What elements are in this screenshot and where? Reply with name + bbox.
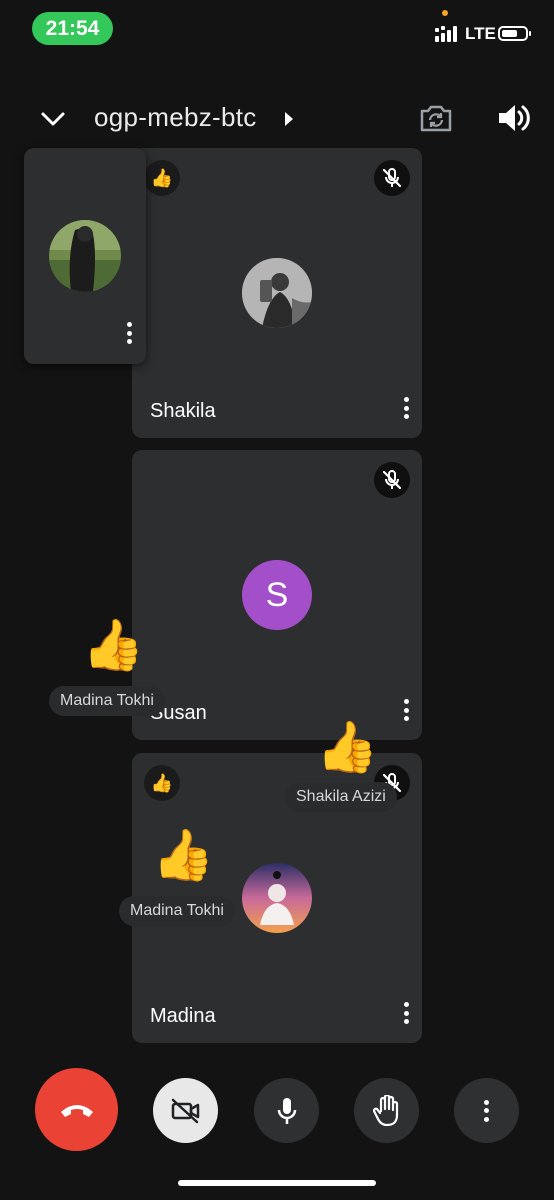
signal-strength-icon [435, 26, 457, 42]
end-call-icon [60, 1104, 93, 1117]
microphone-button[interactable] [254, 1078, 319, 1143]
meeting-code[interactable]: ogp-mebz-btc [94, 102, 257, 133]
participant-tile-shakila[interactable]: 👍 Shakila [132, 148, 422, 438]
camera-off-icon [171, 1098, 199, 1123]
reaction-badge: 👍 [144, 160, 180, 196]
raise-hand-icon [372, 1094, 398, 1126]
participant-avatar [242, 863, 312, 933]
participant-avatar-letter: S [242, 560, 312, 630]
raise-hand-button[interactable] [354, 1078, 419, 1143]
battery-icon [498, 26, 531, 41]
status-time: 21:54 [32, 12, 113, 45]
participant-name: Madina [150, 1005, 216, 1027]
participant-avatar [242, 258, 312, 328]
mic-icon [277, 1097, 296, 1124]
avatar-letter: S [265, 575, 289, 614]
network-type: LTE [465, 24, 496, 43]
more-vert-icon [477, 1096, 497, 1126]
more-vert-icon[interactable] [119, 318, 139, 348]
reaction-badge: 👍 [144, 765, 180, 801]
floating-reaction-emoji: 👍 [82, 617, 145, 673]
home-indicator[interactable] [178, 1180, 376, 1186]
self-view-tile[interactable] [24, 148, 146, 364]
speaker-icon[interactable] [496, 100, 530, 136]
more-vert-icon[interactable] [396, 393, 416, 423]
participant-name: Shakila [150, 400, 216, 422]
mic-off-icon [374, 160, 410, 196]
more-vert-icon[interactable] [396, 998, 416, 1028]
reaction-sender-label: Madina Tokhi [49, 686, 165, 716]
floating-reaction-emoji: 👍 [152, 827, 215, 883]
self-avatar [49, 220, 121, 292]
camera-toggle-button[interactable] [153, 1078, 218, 1143]
participant-tile-susan[interactable]: S Susan [132, 450, 422, 740]
chevron-down-icon[interactable] [38, 104, 68, 134]
end-call-button[interactable] [35, 1068, 118, 1151]
reaction-sender-label: Shakila Azizi [285, 782, 397, 812]
more-options-button[interactable] [454, 1078, 519, 1143]
floating-reaction-emoji: 👍 [316, 719, 379, 775]
privacy-indicator-dot [442, 10, 448, 16]
reaction-sender-label: Madina Tokhi [119, 896, 235, 926]
chevron-right-icon[interactable] [283, 110, 295, 128]
more-vert-icon[interactable] [396, 695, 416, 725]
mic-off-icon [374, 462, 410, 498]
flip-camera-icon[interactable] [418, 100, 454, 136]
